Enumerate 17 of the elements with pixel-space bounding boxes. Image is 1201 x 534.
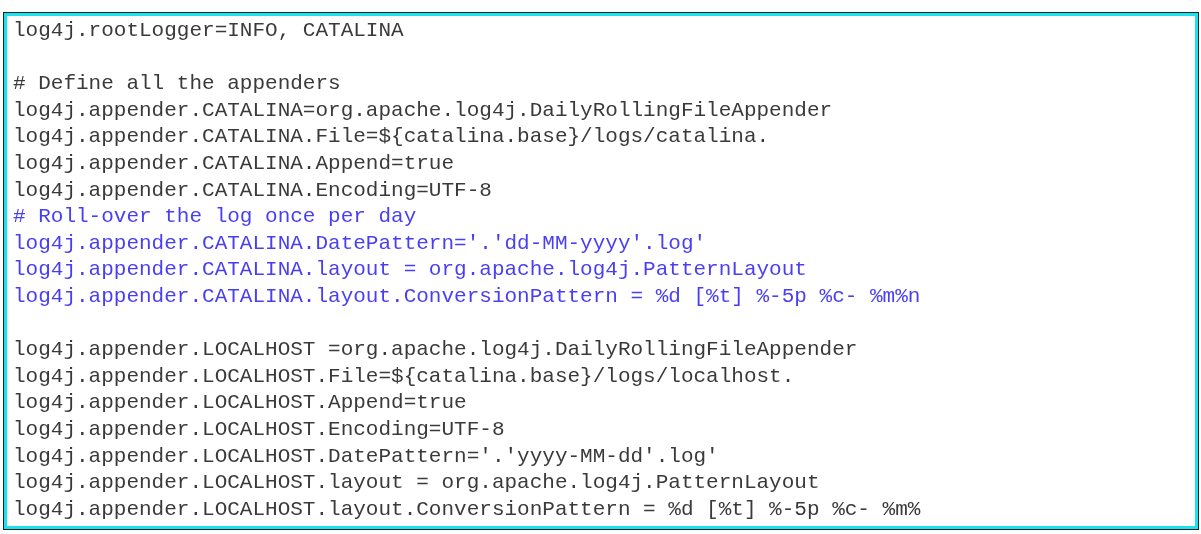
code-line: log4j.appender.LOCALHOST.Encoding=UTF-8 [13,416,505,443]
code-line: log4j.appender.CATALINA.Append=true [13,150,455,177]
code-line: log4j.appender.CATALINA.File=${catalina.base}/logs/catalina. [13,124,770,151]
code-line: log4j.appender.CATALINA=org.apache.log4j.DailyRollingFileAppender [13,97,833,124]
code-line: log4j.appender.CATALINA.DatePattern='.'dd-MM-yyyy'.log' [13,230,707,257]
code-line: log4j.appender.CATALINA.Encoding=UTF-8 [13,177,492,204]
code-line: log4j.appender.LOCALHOST.DatePattern='.'yyyy-MM-dd'.log' [13,443,719,470]
code-line: log4j.appender.LOCALHOST.Append=true [13,390,467,417]
code-line: # Roll-over the log once per day [13,204,417,231]
code-line: log4j.appender.LOCALHOST =org.apache.log4j.DailyRollingFileAppender [13,337,858,364]
code-line: log4j.rootLogger=INFO, CATALINA [13,18,404,44]
code-line: log4j.appender.CATALINA.layout = org.apache.log4j.PatternLayout [13,257,807,284]
code-line: log4j.appender.CATALINA.layout.ConversionPattern = %d [%t] %-5p %c- %m%n [13,283,921,310]
code-line: log4j.appender.LOCALHOST.File=${catalina.base}/logs/localhost. [13,363,795,390]
code-line: # Define all the appenders [13,71,341,98]
code-line: log4j.appender.LOCALHOST.layout.ConversionPattern = %d [%t] %-5p %c- %m% [13,496,921,523]
code-line: log4j.appender.LOCALHOST.layout = org.apache.log4j.PatternLayout [13,470,820,497]
